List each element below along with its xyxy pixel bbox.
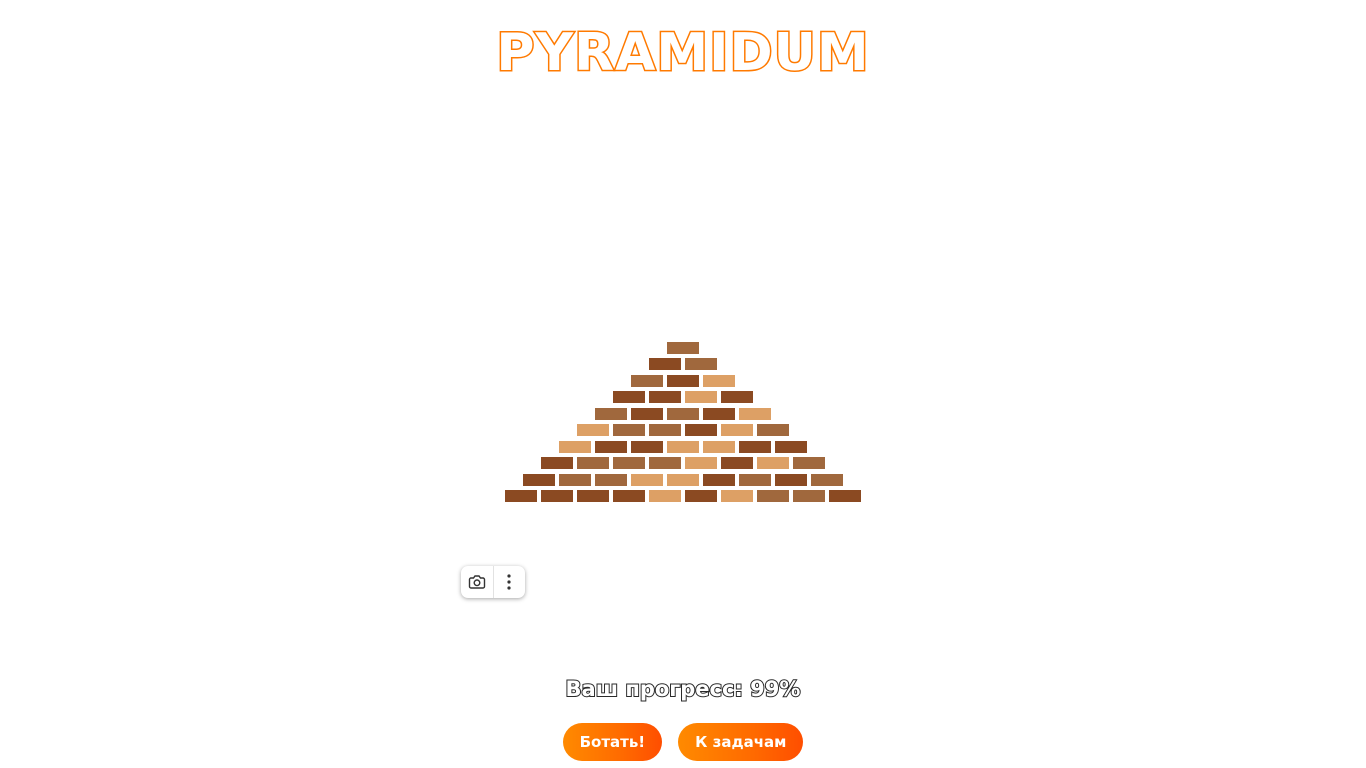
pyramid-brick <box>739 407 771 420</box>
pyramid-brick <box>595 440 627 453</box>
pyramid-brick <box>613 490 645 502</box>
pyramid-brick <box>667 440 699 453</box>
page: PYRAMIDUM Ваш прогресс: 99% Ботать! К за… <box>0 0 1366 768</box>
pyramid-brick <box>739 440 771 453</box>
image-toolbar <box>461 566 525 598</box>
pyramid-brick <box>649 490 681 502</box>
pyramid-brick <box>721 490 753 502</box>
pyramid-brick <box>541 457 573 469</box>
progress-label: Ваш прогресс: 99% <box>565 676 802 702</box>
pyramid-brick <box>577 424 609 436</box>
pyramid-brick <box>757 457 789 469</box>
pyramid-brick <box>757 424 789 436</box>
pyramid-brick <box>577 457 609 469</box>
pyramid-brick <box>595 407 627 420</box>
pyramid-brick <box>721 457 753 469</box>
pyramid-brick <box>793 457 825 469</box>
action-buttons: Ботать! К задачам <box>0 723 1366 761</box>
pyramid-brick <box>631 473 663 486</box>
pyramid-brick <box>775 473 807 486</box>
pyramid-brick <box>829 490 861 502</box>
pyramid-brick <box>595 473 627 486</box>
pyramid-brick <box>685 457 717 469</box>
pyramid-brick <box>703 407 735 420</box>
pyramid-brick <box>523 473 555 486</box>
pyramid-brick <box>649 391 681 403</box>
pyramid-brick <box>811 473 843 486</box>
pyramid-brick <box>649 424 681 436</box>
more-options-button[interactable] <box>492 566 526 598</box>
pyramid-brick <box>649 358 681 370</box>
pyramid-brick <box>559 440 591 453</box>
more-vertical-icon <box>507 574 511 590</box>
pyramid-brick <box>577 490 609 502</box>
pyramid-brick <box>703 374 735 387</box>
pyramid-brick <box>649 457 681 469</box>
pyramid-brick <box>775 440 807 453</box>
screenshot-button[interactable] <box>461 566 493 598</box>
pyramid-brick <box>685 424 717 436</box>
pyramid-brick <box>667 341 699 354</box>
pyramid-brick <box>703 473 735 486</box>
pyramid-brick <box>505 490 537 502</box>
pyramid-brick <box>613 457 645 469</box>
pyramid-brick <box>667 407 699 420</box>
pyramid-brick <box>721 391 753 403</box>
pyramid-brick <box>685 391 717 403</box>
pyramid-brick <box>559 473 591 486</box>
pyramid-brick <box>685 358 717 370</box>
pyramid-brick <box>793 490 825 502</box>
pyramid-brick <box>541 490 573 502</box>
pyramid-brick <box>613 391 645 403</box>
app-logo: PYRAMIDUM <box>495 22 870 85</box>
pyramid-brick <box>703 440 735 453</box>
pyramid-brick <box>721 424 753 436</box>
pyramid-brick <box>685 490 717 502</box>
pyramid-brick <box>631 407 663 420</box>
pyramid-brick <box>667 473 699 486</box>
pyramid-brick <box>739 473 771 486</box>
pyramid-brick <box>667 374 699 387</box>
pyramid-brick <box>757 490 789 502</box>
pyramid-brick <box>631 374 663 387</box>
study-button[interactable]: Ботать! <box>562 723 663 761</box>
to-tasks-button[interactable]: К задачам <box>678 723 804 761</box>
pyramid-graphic <box>0 0 1366 768</box>
pyramid-brick <box>631 440 663 453</box>
pyramid-brick <box>613 424 645 436</box>
camera-icon <box>468 575 485 589</box>
